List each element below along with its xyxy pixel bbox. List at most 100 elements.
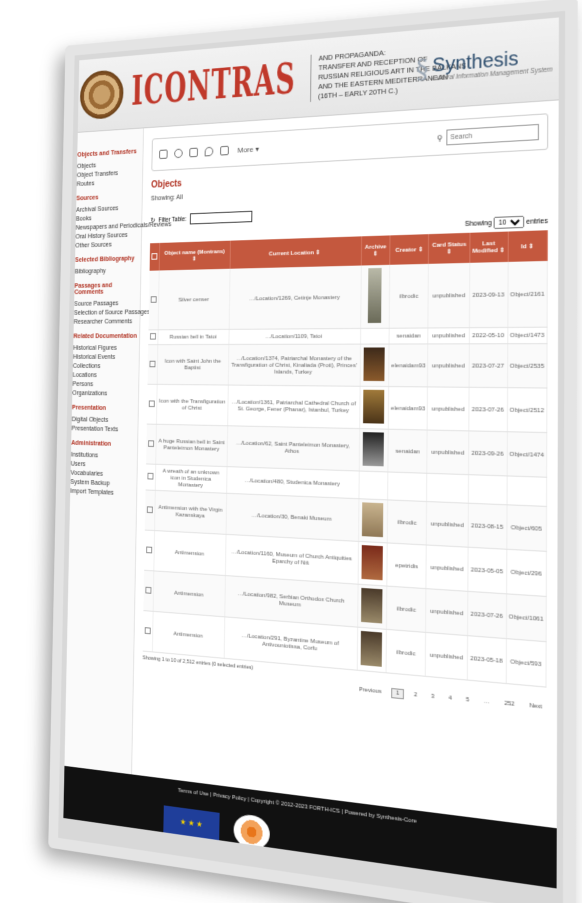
cell-object-name[interactable]: Icon with Saint John the Baptist: [157, 344, 229, 386]
cell-location[interactable]: …/Location/62, Saint Panteleimon Monaste…: [226, 425, 360, 472]
cell-location[interactable]: …/Location/1109, Tatoi: [228, 328, 361, 345]
sidebar-item[interactable]: Bibliography: [75, 265, 141, 276]
column-header[interactable]: Id ⇕: [507, 230, 548, 262]
sidebar-item[interactable]: Presentation Texts: [71, 424, 137, 435]
thumbnail-image[interactable]: [363, 389, 385, 424]
pager-page[interactable]: …: [480, 697, 494, 707]
project-seal-icon: [79, 68, 124, 120]
sidebar-item[interactable]: Import Templates: [70, 486, 136, 498]
sidebar-item[interactable]: Other Sources: [75, 239, 141, 250]
cell-location[interactable]: …/Location/291, Byzantine Museum of Anti…: [223, 616, 358, 671]
cell-object-name[interactable]: Icon with the Transfiguration of Christ: [156, 384, 228, 426]
cell-archive-thumbnail[interactable]: [360, 328, 390, 345]
cell-creator: epetridis: [386, 542, 427, 589]
pager-page[interactable]: 3: [427, 692, 438, 701]
cell-archive-thumbnail[interactable]: [359, 386, 389, 430]
cell-id[interactable]: Object/2161: [507, 260, 548, 328]
column-header[interactable]: Card Status ⇕: [428, 232, 470, 264]
cell-object-name[interactable]: Antimension with the Virgin Kazanskaya: [154, 490, 227, 535]
view-icon[interactable]: [174, 148, 183, 159]
column-header[interactable]: Last Modified ⇕: [469, 231, 508, 263]
cell-last-modified: 2023-07-26: [467, 591, 507, 639]
cell-creator: [387, 471, 428, 502]
pager-page[interactable]: 1: [391, 687, 405, 700]
cell-archive-thumbnail[interactable]: [357, 541, 388, 587]
select-all-checkbox[interactable]: [149, 242, 160, 271]
pager-page[interactable]: 252: [500, 699, 519, 709]
cell-archive-thumbnail[interactable]: [359, 428, 389, 472]
edit-icon[interactable]: [189, 147, 198, 158]
sidebar-item[interactable]: Historical Figures: [73, 343, 139, 352]
cell-id[interactable]: Object/593: [505, 638, 547, 688]
project-logo[interactable]: ICONTRAS: [131, 54, 296, 115]
column-header[interactable]: Object name (Montrans) ⇕: [159, 240, 231, 271]
cell-creator: ilbrodic: [387, 499, 427, 546]
document-icon[interactable]: [220, 145, 229, 156]
pager-next[interactable]: Next: [525, 702, 546, 712]
cell-location[interactable]: …/Location/1269, Cetinje Monastery: [228, 265, 362, 330]
cell-location[interactable]: …/Location/30, Benaki Museum: [225, 493, 359, 542]
sidebar-item[interactable]: Researcher Comments: [74, 317, 140, 327]
search-input[interactable]: [446, 123, 539, 146]
table-row[interactable]: Silver censer …/Location/1269, Cetinje Mo…: [148, 260, 548, 330]
location-pin-icon[interactable]: [204, 146, 214, 157]
cell-object-name[interactable]: A wreath of an unknown icon in Studenica…: [155, 464, 227, 494]
cell-object-name[interactable]: Antimension: [153, 530, 226, 576]
thumbnail-image[interactable]: [363, 347, 386, 382]
pager-previous[interactable]: Previous: [355, 686, 385, 697]
cell-archive-thumbnail[interactable]: [360, 264, 390, 329]
cell-object-name[interactable]: A huge Russian bell in Saint Panteleimon…: [155, 424, 228, 467]
objects-table: Object name (Montrans) ⇕ Current Location…: [142, 230, 548, 688]
thumbnail-image[interactable]: [368, 267, 383, 324]
thumbnail-image[interactable]: [361, 630, 383, 667]
cell-object-name[interactable]: Antimension: [152, 611, 225, 659]
column-header[interactable]: Current Location ⇕: [229, 236, 362, 269]
cell-archive-thumbnail[interactable]: [357, 584, 387, 630]
cell-archive-thumbnail[interactable]: [358, 498, 388, 543]
pager-page[interactable]: 2: [410, 691, 421, 700]
cell-card-status: unpublished: [427, 386, 469, 431]
table-row[interactable]: Russian bell in Tatoi …/Location/1109, Ta…: [148, 327, 548, 345]
cell-object-name[interactable]: Russian bell in Tatoi: [157, 329, 229, 345]
add-icon[interactable]: [159, 149, 168, 160]
thumbnail-image[interactable]: [361, 545, 384, 581]
sidebar-item[interactable]: Collections: [73, 361, 139, 370]
cell-card-status: unpublished: [427, 343, 470, 388]
cell-object-name[interactable]: Antimension: [153, 570, 226, 617]
thumbnail-image[interactable]: [362, 502, 384, 538]
cell-location[interactable]: …/Location/1361, Patriarchal Cathedral C…: [227, 385, 360, 429]
pager-page[interactable]: 5: [462, 696, 474, 705]
refresh-icon[interactable]: ↻: [150, 217, 155, 225]
column-header[interactable]: Creator ⇕: [389, 234, 430, 265]
column-header[interactable]: Archive ⇕: [361, 235, 391, 266]
thumbnail-image[interactable]: [361, 587, 383, 624]
eu-flag-logo: ★ ★ ★: [163, 805, 220, 843]
sidebar-item[interactable]: Organizations: [72, 389, 138, 399]
sidebar-item[interactable]: Historical Events: [73, 352, 139, 361]
sidebar-section-title: Passages and Comments: [74, 282, 113, 296]
cell-id[interactable]: Object/1474: [506, 431, 547, 478]
pager-page[interactable]: 4: [444, 694, 455, 703]
cell-archive-thumbnail[interactable]: [359, 344, 390, 387]
cell-id[interactable]: Object/1473: [507, 327, 548, 344]
cell-id[interactable]: Object/605: [506, 504, 547, 552]
cell-id[interactable]: [506, 475, 547, 507]
table-row[interactable]: Icon with Saint John the Baptist …/Locati…: [147, 343, 548, 389]
per-page-select[interactable]: 10: [493, 215, 525, 229]
cell-archive-thumbnail[interactable]: [357, 627, 387, 673]
cell-object-name[interactable]: Silver censer: [158, 268, 230, 330]
cell-id[interactable]: Object/296: [506, 549, 547, 597]
row-checkbox[interactable]: [148, 329, 159, 345]
thumbnail-image[interactable]: [363, 432, 385, 467]
filter-label: Filter Table:: [158, 215, 187, 224]
filter-input[interactable]: [189, 210, 253, 225]
cell-location[interactable]: …/Location/1374, Patriarchal Monastery o…: [227, 344, 361, 387]
cell-id[interactable]: Object/2512: [506, 387, 547, 433]
more-menu-button[interactable]: More ▾: [237, 144, 259, 154]
cell-id[interactable]: Object/1061: [506, 593, 547, 642]
cell-archive-thumbnail[interactable]: [358, 471, 388, 500]
screen: ICONTRAS AND PROPAGANDA: TRANSFER AND RE…: [63, 17, 559, 889]
row-checkbox[interactable]: [145, 463, 156, 491]
cell-id[interactable]: Object/2535: [507, 343, 548, 389]
search-icon: ⚲: [436, 133, 443, 143]
